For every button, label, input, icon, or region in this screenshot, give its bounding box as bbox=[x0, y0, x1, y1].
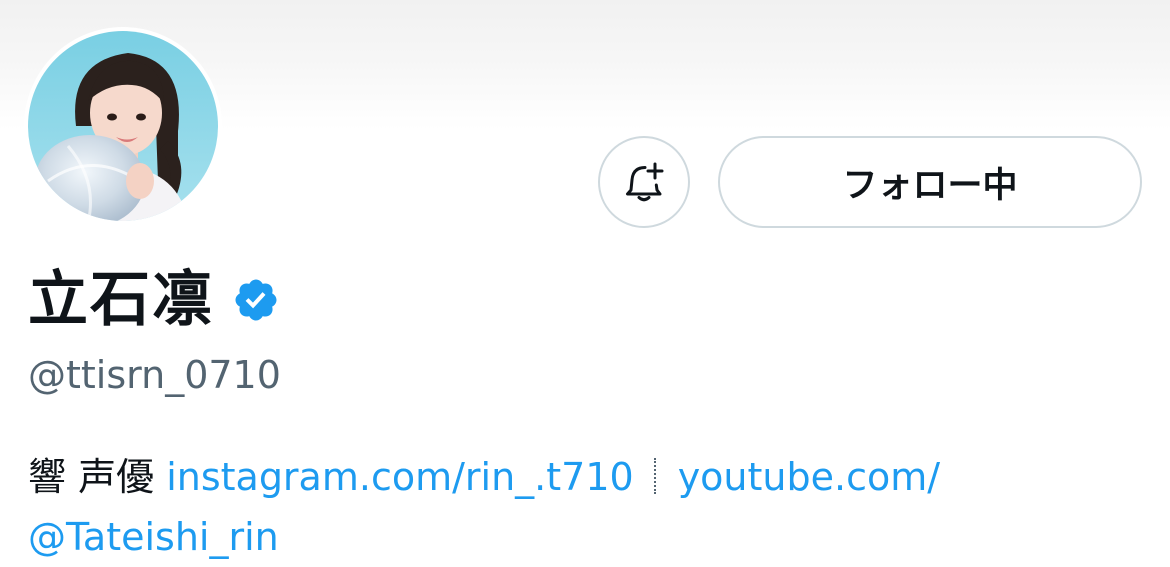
verified-badge-icon[interactable] bbox=[232, 276, 280, 324]
following-button-label: フォロー中 bbox=[842, 165, 1018, 206]
youtube-link-continued[interactable]: @Tateishi_rin bbox=[28, 515, 279, 559]
avatar[interactable] bbox=[28, 31, 218, 221]
profile-bio: 響 声優 instagram.com/rin_.t710 youtube.com/… bbox=[28, 447, 1128, 567]
bell-plus-icon bbox=[626, 162, 664, 202]
following-button[interactable]: フォロー中 bbox=[718, 136, 1142, 228]
instagram-link[interactable]: instagram.com/rin_.t710 bbox=[166, 455, 634, 499]
link-separator bbox=[653, 458, 656, 494]
youtube-link[interactable]: youtube.com/ bbox=[678, 455, 940, 499]
bio-text: 響 声優 bbox=[28, 455, 155, 499]
user-handle: @ttisrn_0710 bbox=[28, 353, 281, 397]
display-name-row: 立石凛 bbox=[28, 262, 280, 338]
display-name: 立石凛 bbox=[28, 265, 214, 335]
notification-button[interactable] bbox=[598, 136, 690, 228]
